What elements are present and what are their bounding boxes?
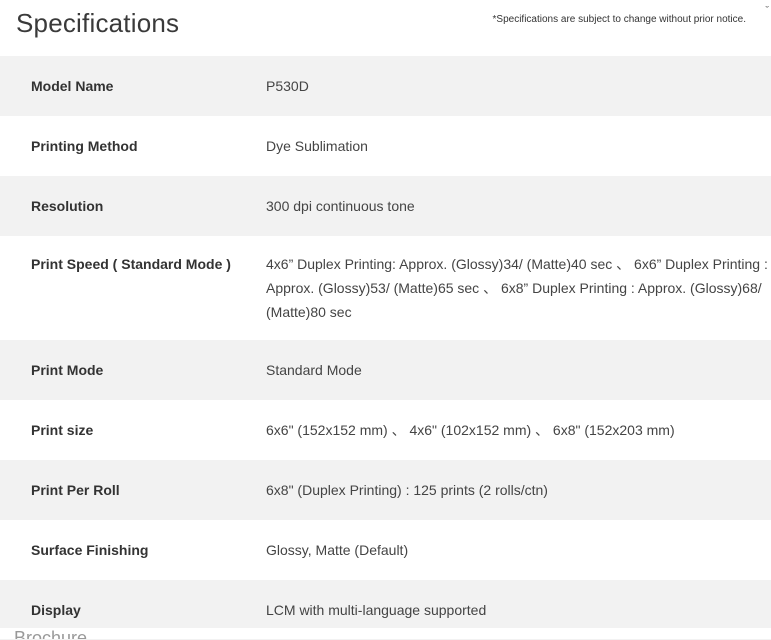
spec-row-model-name: Model Name P530D: [0, 56, 771, 116]
spec-row-print-per-roll: Print Per Roll 6x8" (Duplex Printing) : …: [0, 460, 771, 520]
spec-label: Printing Method: [31, 138, 138, 154]
spec-value: 6x6" (152x152 mm) 、 4x6" (102x152 mm) 、 …: [266, 422, 675, 438]
spec-value: 300 dpi continuous tone: [266, 198, 415, 214]
spec-row-printing-method: Printing Method Dye Sublimation: [0, 116, 771, 176]
spec-row-print-speed: Print Speed ( Standard Mode ) 4x6” Duple…: [0, 236, 771, 340]
page-title: Specifications: [16, 8, 180, 38]
spec-value: LCM with multi-language supported: [266, 602, 487, 618]
next-section-preview: Brochure: [0, 628, 771, 639]
spec-label: Print Mode: [31, 362, 104, 378]
spec-label: Resolution: [31, 198, 104, 214]
corner-mark: ˇ: [765, 5, 769, 17]
spec-row-print-size: Print size 6x6" (152x152 mm) 、 4x6" (102…: [0, 400, 771, 460]
spec-value: Dye Sublimation: [266, 138, 368, 154]
spec-label: Print Speed ( Standard Mode ): [31, 256, 231, 272]
spec-label: Print Per Roll: [31, 482, 120, 498]
spec-label: Print size: [31, 422, 94, 438]
spec-row-surface-finishing: Surface Finishing Glossy, Matte (Default…: [0, 520, 771, 580]
spec-value: P530D: [266, 78, 309, 94]
spec-label: Model Name: [31, 78, 114, 94]
specifications-header: Specifications *Specifications are subje…: [0, 0, 771, 56]
spec-label: Display: [31, 602, 81, 618]
spec-label: Surface Finishing: [31, 542, 149, 558]
next-section-title: Brochure: [14, 628, 88, 639]
change-notice: *Specifications are subject to change wi…: [492, 14, 746, 25]
spec-row-resolution: Resolution 300 dpi continuous tone: [0, 176, 771, 236]
spec-row-print-mode: Print Mode Standard Mode: [0, 340, 771, 400]
spec-value: 6x8" (Duplex Printing) : 125 prints (2 r…: [266, 482, 548, 498]
specifications-table: Model Name P530D Printing Method Dye Sub…: [0, 56, 771, 640]
spec-value: 4x6” Duplex Printing: Approx. (Glossy)34…: [266, 256, 768, 320]
spec-value: Standard Mode: [266, 362, 362, 378]
spec-value: Glossy, Matte (Default): [266, 542, 409, 558]
